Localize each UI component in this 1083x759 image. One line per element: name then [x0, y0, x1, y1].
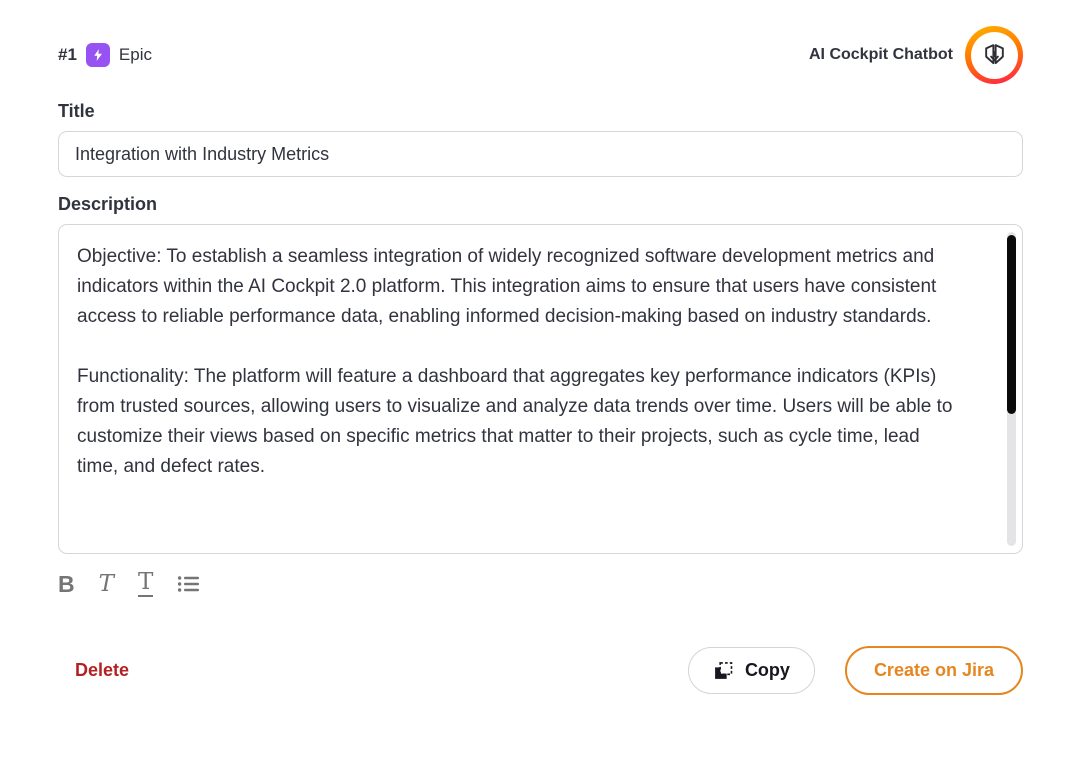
description-text[interactable]: Objective: To establish a seamless integ…: [59, 225, 1022, 553]
bullet-list-button[interactable]: [177, 574, 201, 594]
italic-button[interactable]: T: [99, 573, 114, 596]
create-on-jira-label: Create on Jira: [874, 660, 994, 681]
format-toolbar: B T T: [58, 568, 1023, 600]
epic-lightning-icon: [86, 43, 110, 67]
title-input[interactable]: [58, 131, 1023, 177]
underline-button[interactable]: T: [138, 571, 153, 597]
bullet-list-icon: [177, 574, 201, 594]
bold-button[interactable]: B: [58, 573, 75, 596]
app-logo-glyph: [971, 32, 1018, 79]
copy-label: Copy: [745, 660, 790, 681]
app-title: AI Cockpit Chatbot: [809, 46, 953, 64]
description-label: Description: [58, 194, 1023, 215]
issue-meta: #1 Epic: [58, 43, 152, 67]
topbar: #1 Epic AI Cockpit Chatbot: [58, 26, 1023, 84]
description-textarea[interactable]: Objective: To establish a seamless integ…: [58, 224, 1023, 554]
footer-actions: Delete Copy Create on Jira: [58, 646, 1023, 695]
issue-editor-card: #1 Epic AI Cockpit Chatbot: [0, 0, 1083, 759]
copy-button[interactable]: Copy: [688, 647, 815, 694]
delete-button[interactable]: Delete: [75, 660, 129, 681]
scrollbar-thumb[interactable]: [1007, 235, 1016, 414]
create-on-jira-button[interactable]: Create on Jira: [845, 646, 1023, 695]
footer-right: Copy Create on Jira: [688, 646, 1023, 695]
description-scrollbar[interactable]: [1007, 232, 1016, 546]
app-logo-icon: [965, 26, 1023, 84]
title-label: Title: [58, 101, 1023, 122]
issue-number: #1: [58, 45, 77, 65]
issue-type-label: Epic: [119, 45, 152, 65]
copy-icon: [713, 660, 734, 681]
brand: AI Cockpit Chatbot: [809, 26, 1023, 84]
